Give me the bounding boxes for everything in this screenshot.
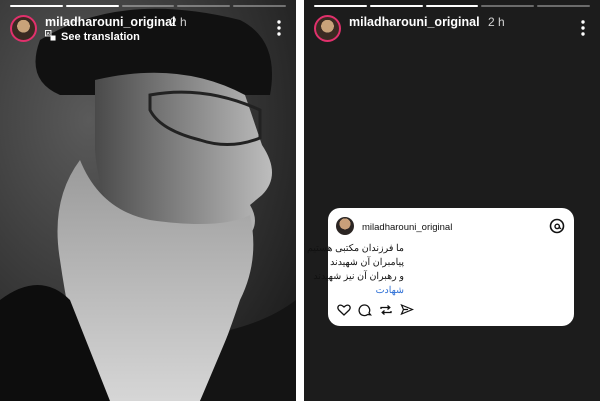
post-text: ما فرزندان مکتبی هستیم که پیامبران آن شه… bbox=[304, 242, 404, 284]
translate-icon: A bbox=[45, 30, 56, 44]
progress-segment bbox=[481, 5, 535, 7]
post-time: 2 h bbox=[488, 15, 505, 29]
threads-post-card[interactable]: miladharouni_original ما فرزندان مکتبی ه… bbox=[304, 208, 574, 326]
story-progress bbox=[10, 5, 286, 7]
comment-icon[interactable] bbox=[358, 303, 372, 317]
progress-segment bbox=[537, 5, 590, 7]
story-right[interactable]: miladharouni_original 2 h miladharouni_o… bbox=[304, 0, 600, 401]
post-line: پیامبران آن شهیدند bbox=[330, 257, 404, 268]
see-translation-label: See translation bbox=[61, 31, 140, 43]
username[interactable]: miladharouni_original bbox=[45, 15, 176, 29]
svg-text:A: A bbox=[46, 31, 50, 36]
progress-segment bbox=[121, 5, 175, 7]
card-avatar[interactable] bbox=[336, 217, 354, 235]
story-progress bbox=[314, 5, 590, 7]
heart-icon[interactable] bbox=[337, 303, 351, 317]
story-header: miladharouni_original 2 h bbox=[314, 13, 590, 43]
progress-segment bbox=[233, 5, 286, 7]
progress-segment bbox=[177, 5, 231, 7]
story-left[interactable]: miladharouni_original 2 h A See translat… bbox=[0, 0, 296, 401]
progress-segment bbox=[369, 5, 423, 7]
more-vertical-icon[interactable] bbox=[576, 19, 590, 37]
progress-segment bbox=[10, 5, 63, 7]
progress-segment bbox=[65, 5, 119, 7]
progress-segment bbox=[425, 5, 479, 7]
more-vertical-icon[interactable] bbox=[272, 19, 286, 37]
post-line: ما فرزندان مکتبی هستیم که bbox=[304, 243, 404, 254]
share-icon[interactable] bbox=[400, 303, 415, 317]
hashtag-link[interactable]: شهادت bbox=[376, 285, 404, 296]
see-translation-button[interactable]: A See translation bbox=[45, 30, 140, 44]
progress-segment bbox=[314, 5, 367, 7]
card-username[interactable]: miladharouni_original bbox=[362, 222, 452, 233]
post-time: 2 h bbox=[170, 15, 187, 29]
username[interactable]: miladharouni_original bbox=[349, 15, 480, 29]
post-actions bbox=[337, 303, 415, 317]
avatar[interactable] bbox=[314, 15, 341, 42]
avatar[interactable] bbox=[10, 15, 37, 42]
post-line: و رهبران آن نیز شهیدند bbox=[313, 271, 404, 282]
threads-icon[interactable] bbox=[549, 218, 565, 234]
story-photo bbox=[0, 0, 296, 401]
repost-icon[interactable] bbox=[379, 303, 393, 317]
